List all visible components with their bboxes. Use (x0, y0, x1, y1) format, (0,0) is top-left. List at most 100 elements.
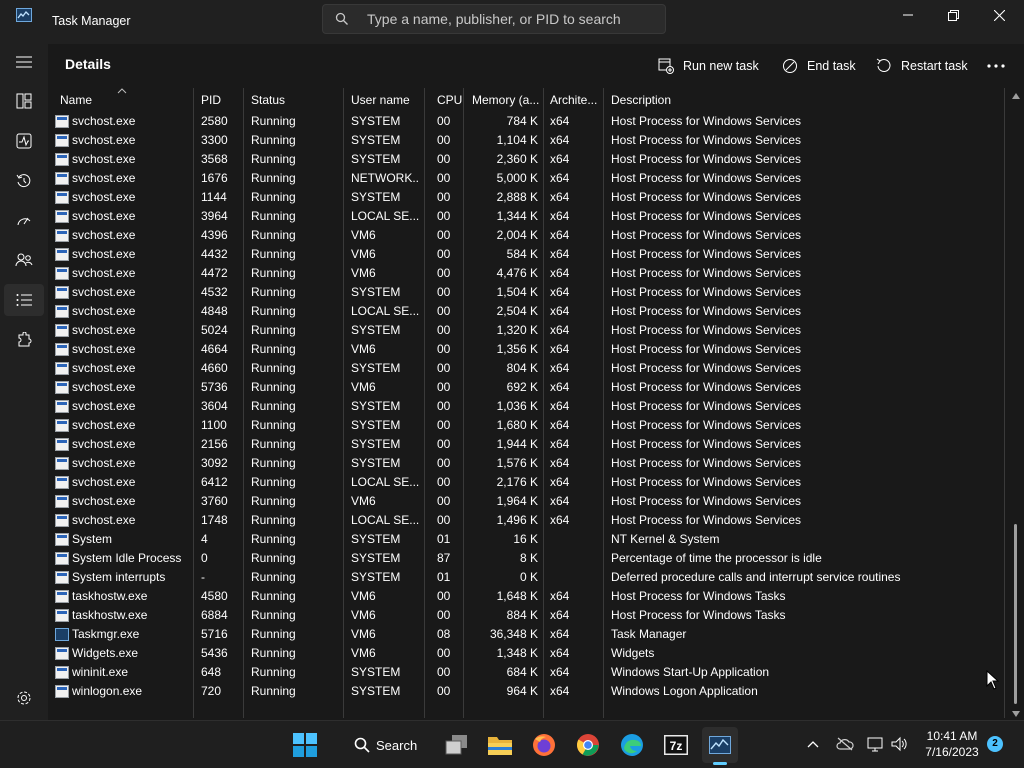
table-row[interactable]: svchost.exe 5024 Running SYSTEM 00 1,320 K x64… (48, 321, 1006, 340)
column-header-user-name[interactable]: User name (345, 88, 425, 112)
table-row[interactable]: svchost.exe 4532 Running SYSTEM 00 1,504 K x64… (48, 283, 1006, 302)
table-row[interactable]: svchost.exe 4472 Running VM6 00 4,476 K x64 Hos… (48, 264, 1006, 283)
search-box[interactable] (322, 4, 666, 34)
notification-badge[interactable]: 2 (987, 736, 1003, 752)
edge-button[interactable] (614, 727, 650, 763)
table-row[interactable]: svchost.exe 3760 Running VM6 00 1,964 K x64 Hos… (48, 492, 1006, 511)
search-icon (335, 12, 348, 25)
table-row[interactable]: svchost.exe 5736 Running VM6 00 692 K x64 Host … (48, 378, 1006, 397)
firefox-button[interactable] (526, 727, 562, 763)
nav-settings[interactable] (4, 682, 44, 714)
scroll-down-icon[interactable] (1011, 710, 1021, 718)
process-icon (55, 590, 69, 603)
table-row[interactable]: System 4 Running SYSTEM 01 16 K NT Kernel & Sy… (48, 530, 1006, 549)
column-header-memory[interactable]: Memory (a... (466, 88, 546, 112)
user-name-cell: SYSTEM (351, 437, 401, 451)
taskbar-search-label: Search (376, 737, 418, 753)
chrome-button[interactable] (570, 727, 606, 763)
table-row[interactable]: taskhostw.exe 4580 Running VM6 00 1,648 K x64 H… (48, 587, 1006, 606)
status-cell: Running (251, 152, 296, 166)
scroll-thumb[interactable] (1014, 524, 1017, 704)
description-cell: Host Process for Windows Services (611, 361, 802, 375)
nav-app-history[interactable] (4, 165, 44, 197)
nav-details[interactable] (4, 284, 44, 316)
taskbar-search-button[interactable]: Search (342, 727, 430, 763)
description-cell: Host Process for Windows Services (611, 380, 802, 394)
nav-performance[interactable] (4, 125, 44, 157)
run-new-task-button[interactable]: Run new task (658, 52, 759, 80)
table-row[interactable]: svchost.exe 3092 Running SYSTEM 00 1,576 K x64… (48, 454, 1006, 473)
nav-services[interactable] (4, 324, 44, 356)
table-row[interactable]: svchost.exe 1748 Running LOCAL SE... 00 1,496… (48, 511, 1006, 530)
nav-users[interactable] (4, 244, 44, 276)
file-explorer-button[interactable] (482, 727, 518, 763)
process-name: svchost.exe (72, 171, 136, 185)
table-row[interactable]: svchost.exe 4848 Running LOCAL SE... 00 2,504… (48, 302, 1006, 321)
table-row[interactable]: winlogon.exe 720 Running SYSTEM 00 964 K x64 Wi… (48, 682, 1006, 701)
memory-cell: 2,504 K (496, 304, 538, 318)
table-row[interactable]: wininit.exe 648 Running SYSTEM 00 684 K x64 Win… (48, 663, 1006, 682)
table-row[interactable]: svchost.exe 3300 Running SYSTEM 00 1,104 K x64… (48, 131, 1006, 150)
user-name-cell: SYSTEM (351, 456, 401, 470)
table-row[interactable]: taskhostw.exe 6884 Running VM6 00 884 K x64 Hos… (48, 606, 1006, 625)
task-manager-app-icon (16, 8, 32, 22)
close-button[interactable] (976, 0, 1022, 30)
table-row[interactable]: svchost.exe 1100 Running SYSTEM 00 1,680 K x64… (48, 416, 1006, 435)
task-manager-taskbar-button[interactable] (702, 727, 738, 763)
nav-menu-button[interactable] (4, 46, 44, 78)
onedrive-button[interactable] (836, 735, 854, 753)
table-row[interactable]: svchost.exe 2580 Running SYSTEM 00 784 K x64 Ho… (48, 112, 1006, 131)
table-row[interactable]: Taskmgr.exe 5716 Running VM6 08 36,348 K x64 Ta… (48, 625, 1006, 644)
vertical-scrollbar[interactable] (1010, 90, 1022, 718)
table-row[interactable]: svchost.exe 6412 Running LOCAL SE... 00 2,176… (48, 473, 1006, 492)
table-row[interactable]: svchost.exe 1676 Running NETWORK... 00 5,000 … (48, 169, 1006, 188)
memory-cell: 1,496 K (496, 513, 538, 527)
table-row[interactable]: svchost.exe 4664 Running VM6 00 1,356 K x64 Hos… (48, 340, 1006, 359)
scroll-up-icon[interactable] (1011, 92, 1021, 100)
7zip-button[interactable]: 7z (658, 727, 694, 763)
restart-task-button[interactable]: Restart task (876, 52, 968, 80)
search-input[interactable] (367, 9, 657, 29)
user-name-cell: SYSTEM (351, 285, 401, 299)
table-row[interactable]: svchost.exe 3604 Running SYSTEM 00 1,036 K x64… (48, 397, 1006, 416)
user-name-cell: SYSTEM (351, 190, 401, 204)
task-view-button[interactable] (438, 727, 474, 763)
table-row[interactable]: Widgets.exe 5436 Running VM6 00 1,348 K x64 Wid… (48, 644, 1006, 663)
column-header-architecture[interactable]: Archite... (544, 88, 604, 112)
volume-button[interactable] (891, 735, 909, 753)
show-hidden-icons-button[interactable] (804, 735, 822, 753)
column-header-pid[interactable]: PID (195, 88, 243, 112)
minimize-button[interactable] (885, 0, 931, 30)
restore-button[interactable] (930, 0, 976, 30)
column-header-status[interactable]: Status (245, 88, 343, 112)
user-name-cell: SYSTEM (351, 114, 401, 128)
table-row[interactable]: svchost.exe 3964 Running LOCAL SE... 00 1,344… (48, 207, 1006, 226)
table-row[interactable]: svchost.exe 2156 Running SYSTEM 00 1,944 K x64… (48, 435, 1006, 454)
table-row[interactable]: svchost.exe 4396 Running VM6 00 2,004 K x64 Hos… (48, 226, 1006, 245)
process-icon (55, 419, 69, 432)
more-options-button[interactable] (982, 52, 1010, 80)
memory-cell: 1,320 K (496, 323, 538, 337)
table-row[interactable]: svchost.exe 4660 Running SYSTEM 00 804 K x64 Ho… (48, 359, 1006, 378)
status-cell: Running (251, 456, 296, 470)
architecture-cell: x64 (550, 437, 570, 451)
table-row[interactable]: svchost.exe 3568 Running SYSTEM 00 2,360 K x64… (48, 150, 1006, 169)
process-name: winlogon.exe (72, 684, 143, 698)
table-row[interactable]: System Idle Process 0 Running SYSTEM 87 8 K Pe… (48, 549, 1006, 568)
process-name: svchost.exe (72, 494, 136, 508)
description-cell: Host Process for Windows Services (611, 171, 802, 185)
architecture-cell: x64 (550, 399, 570, 413)
table-row[interactable]: svchost.exe 1144 Running SYSTEM 00 2,888 K x64… (48, 188, 1006, 207)
table-row[interactable]: System interrupts - Running SYSTEM 01 0 K Defe… (48, 568, 1006, 587)
cpu-cell: 00 (437, 646, 451, 660)
start-button[interactable] (287, 727, 323, 763)
nav-processes[interactable] (4, 85, 44, 117)
table-row[interactable]: svchost.exe 4432 Running VM6 00 584 K x64 Host … (48, 245, 1006, 264)
taskbar-clock[interactable]: 10:41 AM 7/16/2023 (922, 728, 982, 760)
end-task-button[interactable]: End task (782, 52, 856, 80)
column-header-cpu[interactable]: CPU (431, 88, 471, 112)
network-button[interactable] (867, 735, 885, 753)
column-header-description[interactable]: Description (605, 88, 805, 112)
process-name: Widgets.exe (72, 646, 139, 660)
nav-startup-apps[interactable] (4, 205, 44, 237)
